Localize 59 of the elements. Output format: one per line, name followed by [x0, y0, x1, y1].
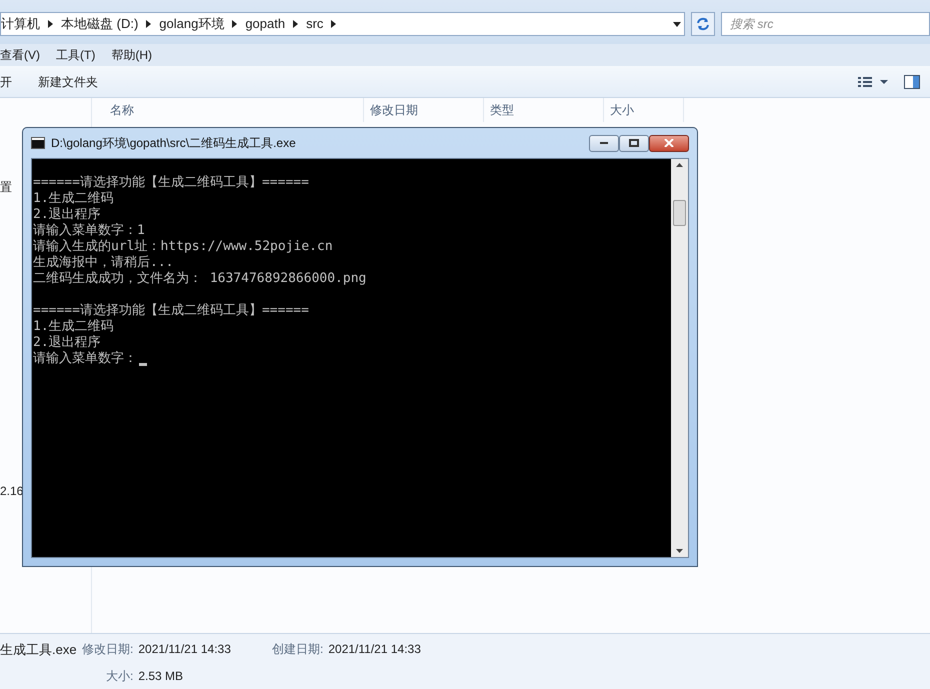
breadcrumb[interactable]: gopath [245, 14, 286, 34]
detail-label: 创建日期: [272, 641, 324, 658]
console-app-icon [31, 137, 45, 149]
nav-item-text[interactable]: 2.16 [0, 482, 24, 500]
chevron-right-icon [331, 20, 336, 28]
refresh-button[interactable] [691, 12, 715, 36]
breadcrumb[interactable]: golang环境 [159, 14, 224, 34]
column-header[interactable]: 名称 [92, 98, 364, 122]
console-line: 2.退出程序 [33, 207, 101, 223]
console-line: 1.生成二维码 [33, 191, 114, 207]
column-header[interactable]: 修改日期 [364, 98, 484, 122]
minimize-icon [599, 141, 609, 145]
breadcrumb[interactable]: 本地磁盘 (D:) [61, 14, 138, 34]
chevron-right-icon [146, 20, 152, 28]
detail-value: 2.53 MB [138, 668, 184, 685]
refresh-icon [696, 17, 710, 31]
toolbar-item[interactable]: 开 [0, 72, 38, 90]
chevron-right-icon [293, 20, 298, 28]
menu-item[interactable]: 帮助(H) [111, 46, 152, 64]
preview-pane-icon[interactable] [904, 74, 920, 88]
column-header[interactable]: 类型 [484, 98, 604, 122]
detail-label: 大小: [106, 668, 134, 685]
console-line: 生成海报中，请稍后... [33, 255, 174, 271]
scroll-up-icon[interactable] [676, 163, 683, 167]
detail-value: 2021/11/21 14:33 [328, 641, 421, 658]
console-line: 2.退出程序 [33, 335, 101, 351]
address-bar[interactable]: 计算机 本地磁盘 (D:) golang环境 gopath src [0, 12, 685, 36]
breadcrumb[interactable]: 计算机 [1, 14, 40, 34]
console-line: ======请选择功能【生成二维码工具】====== [33, 175, 309, 191]
chevron-right-icon [232, 20, 238, 28]
restore-icon [629, 139, 639, 147]
maximize-button[interactable] [619, 134, 649, 152]
breadcrumb[interactable]: src [306, 14, 324, 34]
dropdown-icon[interactable] [673, 22, 681, 26]
window-title: D:\golang环境\gopath\src\二维码生成工具.exe [51, 135, 296, 152]
detail-value: 2021/11/21 14:33 [138, 641, 231, 658]
console-line: 1.生成二维码 [33, 319, 114, 335]
scrollbar[interactable] [671, 159, 688, 557]
close-icon [664, 139, 674, 147]
file-name: 生成工具.exe [0, 640, 78, 658]
console-line: ======请选择功能【生成二维码工具】====== [33, 303, 309, 319]
text-cursor [139, 363, 147, 366]
search-field[interactable]: 搜索 src [721, 12, 930, 36]
scroll-thumb[interactable] [673, 200, 686, 226]
console-line: 请输入菜单数字： [33, 351, 137, 367]
minimize-button[interactable] [589, 134, 619, 152]
console-line: 请输入生成的url址：https://www.52pojie.cn [33, 239, 333, 255]
close-button[interactable] [649, 134, 689, 152]
menu-item[interactable]: 查看(V) [0, 46, 40, 64]
column-header[interactable]: 大小 [604, 98, 684, 122]
chevron-right-icon [48, 20, 53, 28]
view-options-icon[interactable] [858, 76, 888, 88]
nav-item-text[interactable]: 置 [0, 178, 12, 196]
detail-label: 修改日期: [82, 641, 134, 658]
menu-item[interactable]: 工具(T) [56, 46, 96, 64]
scroll-down-icon[interactable] [676, 549, 683, 553]
console-line: 二维码生成成功，文件名为： 1637476892866000.png [33, 271, 366, 287]
console-line: 请输入菜单数字：1 [33, 223, 145, 239]
toolbar-item[interactable]: 新建文件夹 [38, 72, 98, 90]
